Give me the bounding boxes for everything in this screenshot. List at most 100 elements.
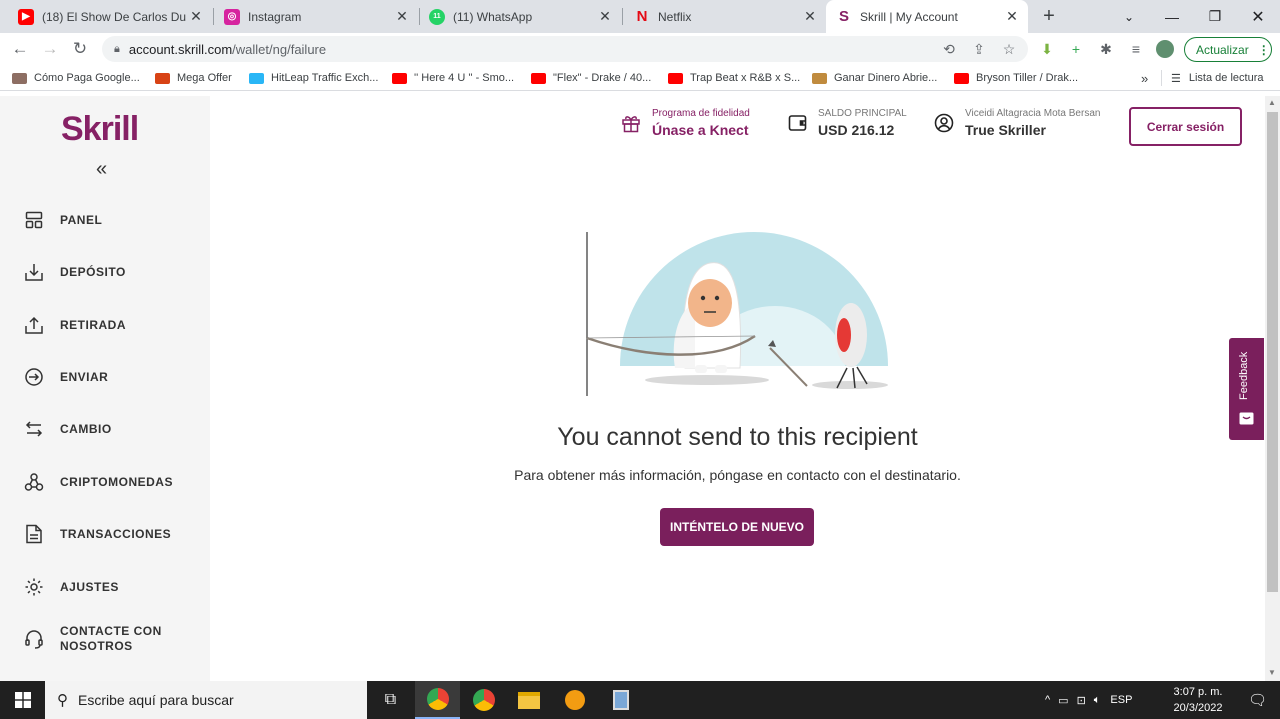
bookmark-item[interactable]: '' Here 4 U '' - Smo... <box>392 70 514 86</box>
scroll-up-icon[interactable]: ▲ <box>1268 98 1276 107</box>
new-tab-button[interactable]: + <box>1038 5 1060 28</box>
bookmark-item[interactable]: "Flex" - Drake / 40... <box>531 70 651 86</box>
sidebar-item-retirada[interactable]: RETIRADA <box>0 305 210 345</box>
sidebar-item-panel[interactable]: PANEL <box>0 200 210 240</box>
back-icon[interactable]: ← <box>8 37 32 61</box>
page-scrollbar[interactable]: ▲ ▼ <box>1265 96 1280 681</box>
restore-button[interactable]: ❐ <box>1193 0 1237 33</box>
youtube-icon <box>954 72 969 84</box>
add-extension-icon[interactable]: + <box>1067 40 1085 58</box>
brave-browser-icon[interactable] <box>552 681 597 719</box>
loyalty-program[interactable]: Programa de fidelidad Únase a Knect <box>620 108 750 138</box>
reading-list-button[interactable]: ☰ Lista de lectura <box>1161 70 1263 86</box>
language-indicator[interactable]: ESP <box>1110 694 1132 706</box>
battery-icon[interactable]: ▭ <box>1058 694 1068 707</box>
bookmark-star-icon[interactable]: ☆ <box>1000 40 1018 58</box>
search-placeholder: Escribe aquí para buscar <box>78 692 234 708</box>
retry-button[interactable]: INTÉNTELO DE NUEVO <box>660 508 814 546</box>
reading-list-icon: ☰ <box>1171 72 1181 85</box>
share-icon[interactable]: ⇪ <box>970 40 988 58</box>
bookmarks-bar: Cómo Paga Google... Mega Offer HitLeap T… <box>0 65 1280 91</box>
browser-tab[interactable]: 11 (11) WhatsApp ✕ <box>419 0 621 33</box>
url-path: /wallet/ng/failure <box>232 41 327 57</box>
loyalty-small-label: Programa de fidelidad <box>652 108 750 119</box>
translate-icon[interactable]: ⟲ <box>940 40 958 58</box>
chrome-profile-app-icon[interactable] <box>461 681 506 719</box>
clock-time: 3:07 p. m. <box>1173 686 1223 698</box>
bookmark-label: "Flex" - Drake / 40... <box>553 72 652 84</box>
skrill-logo[interactable]: Skrill <box>61 110 139 149</box>
feedback-icon <box>1239 412 1254 425</box>
sidebar-item-deposito[interactable]: DEPÓSITO <box>0 252 210 292</box>
tab-search-icon[interactable]: ⌄ <box>1107 0 1151 33</box>
sidebar-item-label: CONTACTE CON NOSOTROS <box>60 624 162 653</box>
address-bar[interactable]: 🔒︎ account.skrill.com/wallet/ng/failure <box>102 36 1028 62</box>
browser-tab[interactable]: ◎ Instagram ✕ <box>214 0 418 33</box>
taskbar-search[interactable]: ⚲ Escribe aquí para buscar <box>45 681 367 719</box>
chrome-app-icon[interactable] <box>415 681 460 719</box>
feedback-tab[interactable]: Feedback <box>1229 338 1264 440</box>
user-account[interactable]: Viceidi Altagracia Mota Bersan True Skri… <box>933 108 1100 138</box>
task-view-icon[interactable]: ⧉ <box>368 681 413 719</box>
sidebar-item-ajustes[interactable]: AJUSTES <box>0 567 210 607</box>
bookmark-item[interactable]: Ganar Dinero Abrie... <box>812 70 937 86</box>
windows-start-button[interactable] <box>0 681 45 719</box>
media-queue-icon[interactable]: ≡ <box>1127 40 1145 58</box>
volume-icon[interactable]: 🔈︎ <box>1094 694 1101 707</box>
download-extension-icon[interactable]: ⬇ <box>1038 40 1056 58</box>
sidebar-item-transacciones[interactable]: TRANSACCIONES <box>0 514 210 554</box>
profile-avatar-icon[interactable] <box>1156 40 1174 58</box>
browser-tab[interactable]: N Netflix ✕ <box>624 0 826 33</box>
collapse-sidebar-button[interactable]: « <box>96 158 107 181</box>
notifications-icon[interactable]: 🗨︎ <box>1235 681 1280 719</box>
loyalty-link[interactable]: Únase a Knect <box>652 122 750 138</box>
bookmark-item[interactable]: HitLeap Traffic Exch... <box>249 70 378 86</box>
file-explorer-icon[interactable] <box>506 681 551 719</box>
network-icon[interactable]: ⊡ <box>1077 694 1086 707</box>
browser-tab[interactable]: ▶ (18) El Show De Carlos Durán ✕ <box>8 0 212 33</box>
tab-title: Skrill | My Account <box>860 9 958 24</box>
reload-icon[interactable]: ↻ <box>68 37 92 61</box>
tab-separator <box>622 8 623 25</box>
sidebar-item-criptomonedas[interactable]: CRIPTOMONEDAS <box>0 462 210 502</box>
close-window-button[interactable]: ✕ <box>1236 0 1280 33</box>
sidebar-item-contacte[interactable]: CONTACTE CON NOSOTROS <box>0 619 210 659</box>
calculator-icon[interactable] <box>598 681 643 719</box>
tray-overflow-icon[interactable]: ^ <box>1045 694 1050 706</box>
browser-tab-active[interactable]: S Skrill | My Account ✕ <box>826 0 1028 33</box>
minimize-button[interactable]: — <box>1150 0 1194 33</box>
bookmark-label: Bryson Tiller / Drak... <box>976 72 1079 84</box>
close-tab-icon[interactable]: ✕ <box>1002 8 1022 25</box>
sidebar-item-enviar[interactable]: ENVIAR <box>0 357 210 397</box>
exchange-icon <box>23 418 45 440</box>
sidebar-item-label: CAMBIO <box>60 421 112 436</box>
bookmark-favicon-icon <box>12 72 27 84</box>
browser-toolbar: ← → ↻ 🔒︎ account.skrill.com/wallet/ng/fa… <box>0 33 1280 65</box>
bookmark-item[interactable]: Trap Beat x R&B x S... <box>668 70 800 86</box>
taskbar-clock[interactable]: 3:07 p. m. 20/3/2022 <box>1168 684 1228 716</box>
youtube-icon <box>668 72 683 84</box>
sidebar: Skrill « PANEL DEPÓSITO RETIRADA ENVIAR … <box>0 96 210 681</box>
logout-button[interactable]: Cerrar sesión <box>1129 107 1242 146</box>
sidebar-item-label: ENVIAR <box>60 369 109 384</box>
lock-icon: 🔒︎ <box>114 42 120 55</box>
sidebar-item-cambio[interactable]: CAMBIO <box>0 409 210 449</box>
update-button[interactable]: Actualizar ⋮ <box>1184 37 1272 62</box>
bookmark-item[interactable]: Cómo Paga Google... <box>12 70 140 86</box>
forward-icon[interactable]: → <box>38 37 62 61</box>
sidebar-item-label: TRANSACCIONES <box>60 526 172 541</box>
close-tab-icon[interactable]: ✕ <box>186 8 206 25</box>
tab-title: (11) WhatsApp <box>453 9 533 24</box>
bookmark-item[interactable]: Mega Offer <box>155 70 232 86</box>
bookmarks-overflow-button[interactable]: » <box>1141 70 1148 86</box>
close-tab-icon[interactable]: ✕ <box>595 8 615 25</box>
scroll-down-icon[interactable]: ▼ <box>1268 668 1276 677</box>
bookmark-item[interactable]: Bryson Tiller / Drak... <box>954 70 1078 86</box>
extensions-puzzle-icon[interactable]: ✱ <box>1097 40 1115 58</box>
close-tab-icon[interactable]: ✕ <box>392 8 412 25</box>
sidebar-item-label: DEPÓSITO <box>60 264 126 279</box>
scrollbar-thumb[interactable] <box>1267 112 1278 592</box>
yeti-archer-illustration <box>586 232 888 396</box>
close-tab-icon[interactable]: ✕ <box>800 8 820 25</box>
menu-dots-icon[interactable]: ⋮ <box>1258 43 1270 57</box>
